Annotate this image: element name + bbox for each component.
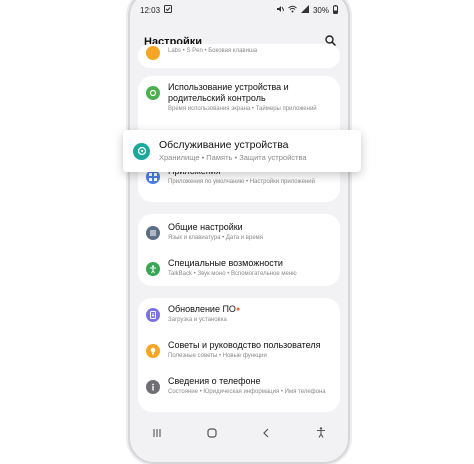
advanced-features-icon	[146, 46, 160, 60]
apps-icon	[146, 170, 160, 184]
item-title: Обновление ПО	[168, 304, 236, 314]
item-subtitle: Язык и клавиатура • Дата и время	[168, 235, 264, 241]
software-update-icon	[146, 308, 160, 322]
list-item-software-update[interactable]: Обновление ПО● Загрузка и установка	[138, 304, 340, 324]
new-badge-dot: ●	[235, 306, 241, 313]
status-bar: 12:03 30%	[140, 2, 338, 18]
item-title: Общие настройки	[168, 222, 243, 232]
wifi-icon	[288, 5, 297, 15]
item-title: Специальные возможности	[168, 258, 283, 268]
list-item-about-phone[interactable]: Сведения о телефоне Состояние • Юридичес…	[138, 376, 340, 396]
item-title: Использование устройства и родительский …	[168, 82, 289, 103]
item-subtitle: Labs • S Pen • Боковая клавиша	[168, 48, 258, 54]
accessibility-icon	[146, 262, 160, 276]
list-item-advanced[interactable]: Labs • S Pen • Боковая клавиша	[138, 46, 340, 60]
list-item-accessibility[interactable]: Специальные возможности TalkBack • Звук …	[138, 258, 340, 278]
settings-card-top: Labs • S Pen • Боковая клавиша	[138, 44, 340, 68]
item-subtitle: TalkBack • Звук моно • Вспомогательное м…	[168, 271, 297, 277]
lightbulb-icon	[146, 344, 160, 358]
info-icon	[146, 380, 160, 394]
recents-button[interactable]	[152, 428, 162, 441]
list-item-digital-wellbeing[interactable]: Использование устройства и родительский …	[138, 82, 340, 113]
device-care-icon	[133, 142, 150, 160]
notification-icon	[164, 5, 173, 15]
navigation-bar	[130, 422, 348, 446]
home-button[interactable]	[207, 427, 217, 441]
item-subtitle: Приложения по умолчанию • Настройки прил…	[168, 179, 315, 185]
item-title: Обслуживание устройства	[159, 139, 289, 151]
settings-card-2: Общие настройки Язык и клавиатура • Дата…	[138, 214, 340, 286]
battery-icon	[333, 4, 338, 16]
signal-icon	[300, 5, 309, 15]
status-time: 12:03	[140, 5, 161, 15]
item-subtitle: Состояние • Юридическая информация • Имя…	[168, 389, 326, 395]
accessibility-shortcut-icon[interactable]	[316, 427, 326, 441]
back-button[interactable]	[261, 428, 271, 441]
wellbeing-icon	[146, 86, 160, 100]
battery-level: 30%	[312, 5, 329, 15]
settings-card-3: Обновление ПО● Загрузка и установка Сове…	[138, 298, 340, 412]
item-subtitle: Загрузка и установка	[168, 317, 227, 323]
list-item-general[interactable]: Общие настройки Язык и клавиатура • Дата…	[138, 222, 340, 242]
item-subtitle: Полезные советы • Новые функции	[168, 353, 267, 359]
item-title: Советы и руководство пользователя	[168, 340, 321, 350]
list-item-device-care[interactable]: Обслуживание устройства Хранилище • Памя…	[123, 130, 361, 172]
phone-frame: 12:03 30% Настройки Labs • S Pen • Боков…	[128, 0, 350, 464]
item-subtitle: Хранилище • Память • Защита устройства	[159, 153, 307, 162]
general-settings-icon	[146, 226, 160, 240]
mute-icon	[276, 5, 285, 15]
item-title: Сведения о телефоне	[168, 376, 261, 386]
list-item-tips[interactable]: Советы и руководство пользователя Полезн…	[138, 340, 340, 360]
item-subtitle: Время использования экрана • Таймеры при…	[168, 106, 317, 112]
